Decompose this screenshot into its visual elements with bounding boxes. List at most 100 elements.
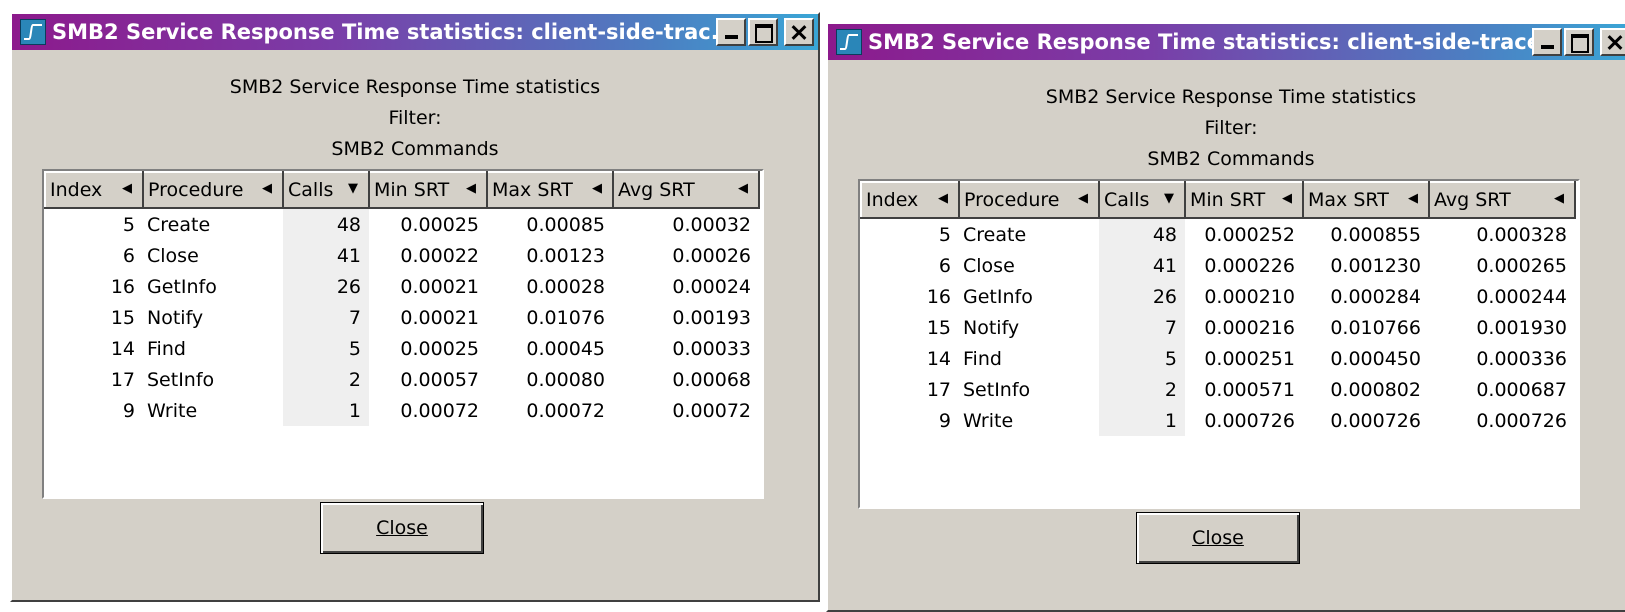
column-header-label: Avg SRT [618,179,695,201]
cell-calls: 41 [1099,250,1185,281]
cell-procedure: GetInfo [963,285,1033,308]
cell-procedure: GetInfo [147,275,217,298]
cell-procedure: Find [963,347,1002,370]
cell-calls: 2 [283,364,369,395]
srt-window-right: SMB2 Service Response Time statistics: c… [826,22,1625,612]
table-row[interactable]: 5 Create 48 0.000252 0.000855 0.000328 [861,218,1575,250]
cell-min-srt: 0.000210 [1204,285,1295,308]
column-header-avg-srt[interactable]: Avg SRT ◀ [1428,181,1576,219]
cell-calls: 48 [283,208,369,240]
table-row[interactable]: 5 Create 48 0.00025 0.00085 0.00032 [45,208,759,240]
sort-left-arrow-icon: ◀ [738,181,748,196]
cell-avg-srt: 0.00193 [672,306,751,329]
group-label: SMB2 Commands [331,138,499,160]
table-row[interactable]: 14 Find 5 0.00025 0.00045 0.00033 [45,333,759,364]
cell-min-srt: 0.00025 [400,213,479,236]
close-button[interactable]: Close [320,502,484,554]
cell-avg-srt: 0.000687 [1476,378,1567,401]
cell-min-srt: 0.00021 [400,306,479,329]
window-title: SMB2 Service Response Time statistics: c… [868,30,1532,54]
column-header-procedure[interactable]: Procedure ◀ [142,171,284,209]
table-row[interactable]: 9 Write 1 0.000726 0.000726 0.000726 [861,405,1575,436]
cell-min-srt: 0.00072 [400,399,479,422]
cell-max-srt: 0.000726 [1330,409,1421,432]
minimize-icon[interactable] [716,18,746,46]
close-button[interactable]: Close [1136,512,1300,564]
column-header-label: Min SRT [1190,189,1266,211]
column-header-index[interactable]: Index ◀ [860,181,960,219]
cell-index: 9 [122,399,135,422]
table-row[interactable]: 9 Write 1 0.00072 0.00072 0.00072 [45,395,759,426]
cell-index: 16 [110,275,135,298]
cell-procedure: SetInfo [963,378,1031,401]
cell-calls: 26 [1099,281,1185,312]
cell-procedure: Close [147,244,199,267]
minimize-icon[interactable] [1532,28,1562,56]
column-header-calls[interactable]: Calls ▼ [282,171,370,209]
close-icon[interactable] [1600,28,1625,56]
srt-table-frame[interactable]: Index ◀ Procedure ◀ Calls ▼ Min SRT ◀ Max SRT ◀ Av… [42,169,764,499]
cell-avg-srt: 0.00026 [672,244,751,267]
table-row[interactable]: 6 Close 41 0.000226 0.001230 0.000265 [861,250,1575,281]
srt-table-frame[interactable]: Index ◀ Procedure ◀ Calls ▼ Min SRT ◀ Max SRT ◀ Av… [858,179,1580,509]
table-row[interactable]: 15 Notify 7 0.00021 0.01076 0.00193 [45,302,759,333]
cell-procedure: Find [147,337,186,360]
cell-max-srt: 0.00080 [526,368,605,391]
table-row[interactable]: 17 SetInfo 2 0.000571 0.000802 0.000687 [861,374,1575,405]
cell-avg-srt: 0.000336 [1476,347,1567,370]
cell-calls: 5 [283,333,369,364]
column-header-procedure[interactable]: Procedure ◀ [958,181,1100,219]
cell-max-srt: 0.000802 [1330,378,1421,401]
cell-max-srt: 0.000855 [1330,223,1421,246]
close-icon[interactable] [784,18,814,46]
sort-left-arrow-icon: ◀ [592,181,602,196]
column-header-label: Calls [1104,189,1150,211]
title-bar[interactable]: SMB2 Service Response Time statistics: c… [828,24,1625,60]
column-header-max-srt[interactable]: Max SRT ◀ [1302,181,1430,219]
sort-left-arrow-icon: ◀ [1078,191,1088,206]
column-header-label: Avg SRT [1434,189,1511,211]
cell-procedure: Close [963,254,1015,277]
title-bar[interactable]: SMB2 Service Response Time statistics: c… [12,14,818,50]
table-row[interactable]: 14 Find 5 0.000251 0.000450 0.000336 [861,343,1575,374]
column-header-avg-srt[interactable]: Avg SRT ◀ [612,171,760,209]
table-row[interactable]: 6 Close 41 0.00022 0.00123 0.00026 [45,240,759,271]
cell-avg-srt: 0.00068 [672,368,751,391]
cell-index: 15 [926,316,951,339]
table-empty-space [45,426,759,496]
stats-heading: SMB2 Service Response Time statistics [229,76,601,98]
column-header-label: Max SRT [1308,189,1389,211]
cell-avg-srt: 0.000726 [1476,409,1567,432]
cell-avg-srt: 0.000328 [1476,223,1567,246]
cell-procedure: Notify [147,306,204,329]
cell-procedure: Write [963,409,1014,432]
cell-calls: 2 [1099,374,1185,405]
table-row[interactable]: 16 GetInfo 26 0.00021 0.00028 0.00024 [45,271,759,302]
column-header-max-srt[interactable]: Max SRT ◀ [486,171,614,209]
table-row[interactable]: 15 Notify 7 0.000216 0.010766 0.001930 [861,312,1575,343]
group-label: SMB2 Commands [1147,148,1315,170]
column-header-calls[interactable]: Calls ▼ [1098,181,1186,219]
cell-max-srt: 0.010766 [1330,316,1421,339]
cell-index: 6 [122,244,135,267]
sort-down-arrow-icon: ▼ [348,181,358,196]
cell-max-srt: 0.000450 [1330,347,1421,370]
cell-min-srt: 0.000252 [1204,223,1295,246]
maximize-icon[interactable] [1564,28,1594,56]
sort-left-arrow-icon: ◀ [466,181,476,196]
cell-calls: 41 [283,240,369,271]
table-row[interactable]: 17 SetInfo 2 0.00057 0.00080 0.00068 [45,364,759,395]
sort-left-arrow-icon: ◀ [122,181,132,196]
column-header-min-srt[interactable]: Min SRT ◀ [368,171,488,209]
column-header-min-srt[interactable]: Min SRT ◀ [1184,181,1304,219]
column-header-label: Procedure [964,189,1060,211]
filter-label: Filter: [1204,117,1258,139]
column-header-label: Min SRT [374,179,450,201]
column-header-label: Index [50,179,103,201]
column-header-label: Max SRT [492,179,573,201]
cell-max-srt: 0.01076 [526,306,605,329]
table-row[interactable]: 16 GetInfo 26 0.000210 0.000284 0.000244 [861,281,1575,312]
table-empty-space [861,436,1575,506]
column-header-index[interactable]: Index ◀ [44,171,144,209]
maximize-icon[interactable] [748,18,778,46]
